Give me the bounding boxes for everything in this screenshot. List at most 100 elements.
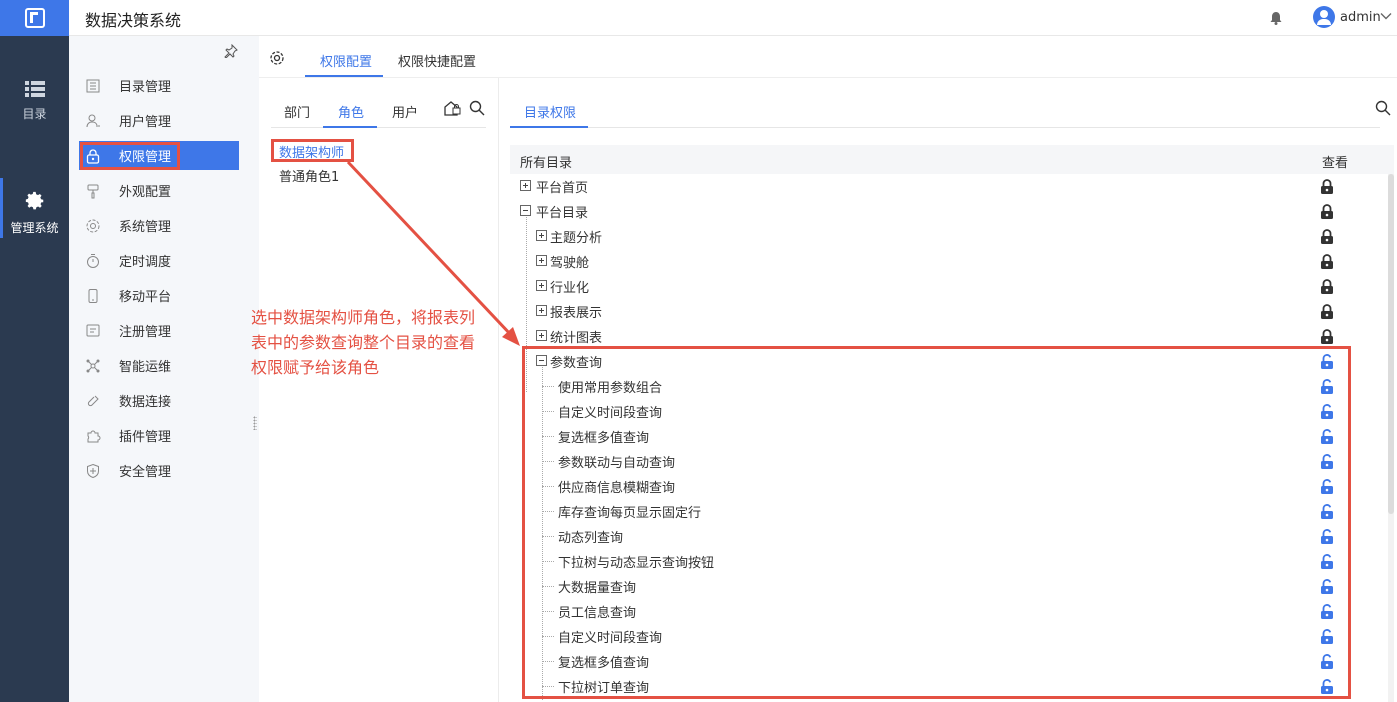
plugin-icon (87, 430, 101, 442)
splitter-handle[interactable] (253, 416, 257, 430)
tree-row[interactable]: 主题分析 (510, 224, 1380, 249)
tab-underline (305, 75, 383, 77)
app-logo[interactable] (0, 0, 69, 36)
menu-item-security[interactable]: 安全管理 (79, 456, 239, 485)
tree-node-label[interactable]: 报表展示 (550, 302, 602, 321)
tab-catalog-permission[interactable]: 目录权限 (524, 102, 576, 121)
lock-icon[interactable] (1320, 304, 1334, 320)
tab-underline (510, 126, 588, 128)
lock-icon[interactable] (1320, 204, 1334, 220)
tab-permission-quick-config[interactable]: 权限快捷配置 (398, 51, 476, 70)
nav-item-management[interactable]: 管理系统 (0, 178, 69, 238)
highlight-box-subtree (522, 346, 1351, 699)
menu-item-data-connection[interactable]: 数据连接 (79, 386, 239, 415)
app-title: 数据决策系统 (85, 11, 182, 30)
chevron-down-icon[interactable] (1379, 9, 1393, 23)
nav-label: 管理系统 (10, 221, 59, 235)
menu-item-label: 安全管理 (119, 465, 172, 480)
tree-row[interactable]: 平台首页 (510, 174, 1380, 199)
register-icon (86, 324, 100, 336)
tree-node-label[interactable]: 平台目录 (536, 202, 588, 221)
menu-item-users[interactable]: 用户管理 (79, 106, 239, 135)
annotation-text: 选中数据架构师角色，将报表列表中的参数查询整个目录的查看权限赋予给该角色 (251, 308, 476, 377)
nav-item-catalog[interactable]: 目录 (0, 80, 69, 122)
avatar[interactable] (1313, 6, 1335, 28)
column-header-catalog: 所有目录 (520, 156, 573, 171)
expand-icon[interactable] (536, 280, 547, 291)
menu-item-label: 目录管理 (119, 80, 172, 95)
lock-icon[interactable] (1320, 179, 1334, 195)
building-lock-icon[interactable] (443, 100, 461, 116)
divider (271, 127, 486, 128)
highlight-box-role (271, 139, 354, 162)
menu-item-label: 系统管理 (119, 220, 172, 235)
top-bar: 数据决策系统 admin (0, 0, 1397, 36)
lock-icon[interactable] (1320, 279, 1334, 295)
role-item-normal[interactable]: 普通角色1 (279, 166, 339, 185)
bell-icon[interactable] (1268, 10, 1284, 26)
lock-icon[interactable] (1320, 229, 1334, 245)
username[interactable]: admin (1340, 10, 1381, 25)
menu-item-system[interactable]: 系统管理 (79, 211, 239, 240)
left-nav: 目录 管理系统 (0, 36, 69, 702)
tab-departments[interactable]: 部门 (284, 102, 310, 121)
menu-item-ops[interactable]: 智能运维 (79, 351, 239, 380)
expand-icon[interactable] (520, 180, 531, 191)
logo-icon (24, 8, 45, 28)
gear-icon (25, 191, 43, 210)
top-tabs: 权限配置 权限快捷配置 (259, 36, 1397, 78)
nav-label: 目录 (22, 107, 47, 121)
tree-row[interactable]: 行业化 (510, 274, 1380, 299)
menu-item-schedule[interactable]: 定时调度 (79, 246, 239, 275)
tree-node-label[interactable]: 统计图表 (550, 327, 602, 346)
tab-users[interactable]: 用户 (392, 102, 418, 121)
ops-icon (86, 359, 100, 372)
menu-item-appearance[interactable]: 外观配置 (79, 176, 239, 205)
tree-node-label[interactable]: 行业化 (550, 277, 589, 296)
tree-node-label[interactable]: 主题分析 (550, 227, 602, 246)
menu-item-label: 插件管理 (119, 430, 172, 445)
tree-row[interactable]: 驾驶舱 (510, 249, 1380, 274)
brush-icon (87, 184, 99, 198)
mobile-icon (88, 288, 98, 303)
menu-item-label: 定时调度 (119, 255, 172, 270)
menu-item-register[interactable]: 注册管理 (79, 316, 239, 345)
settings-icon (86, 219, 100, 232)
timer-icon (87, 253, 99, 268)
tree-header: 所有目录 查看 (510, 145, 1394, 174)
divider (510, 127, 1380, 128)
search-icon[interactable] (1375, 100, 1391, 116)
tree-node-label[interactable]: 驾驶舱 (550, 252, 589, 271)
catalog-icon (86, 79, 100, 92)
menu-item-plugins[interactable]: 插件管理 (79, 421, 239, 450)
menu-item-label: 注册管理 (119, 325, 172, 340)
search-icon[interactable] (469, 100, 485, 116)
lock-icon[interactable] (1320, 254, 1334, 270)
expand-icon[interactable] (536, 255, 547, 266)
menu-item-mobile[interactable]: 移动平台 (79, 281, 239, 310)
tab-underline (323, 126, 377, 128)
tab-roles[interactable]: 角色 (338, 102, 364, 121)
expand-icon[interactable] (536, 305, 547, 316)
column-header-view: 查看 (1322, 156, 1349, 171)
lock-icon[interactable] (1320, 329, 1334, 345)
side-menu: 目录管理 用户管理 权限管理 外观配置 系统管理 定时调度 移动平台 注册管理 … (69, 36, 259, 702)
shield-icon (87, 463, 99, 478)
pin-icon[interactable] (224, 44, 238, 58)
collapse-icon[interactable] (520, 205, 531, 216)
gear-icon[interactable] (269, 50, 285, 66)
expand-icon[interactable] (536, 230, 547, 241)
tree-node-label[interactable]: 平台首页 (536, 177, 588, 196)
tab-permission-config[interactable]: 权限配置 (320, 51, 372, 70)
list-icon (24, 81, 45, 97)
link-icon (87, 395, 99, 406)
scrollbar-thumb[interactable] (1388, 174, 1394, 514)
menu-item-label: 外观配置 (119, 185, 172, 200)
tree-row[interactable]: 平台目录 (510, 199, 1380, 224)
menu-item-label: 移动平台 (119, 290, 172, 305)
menu-item-label: 用户管理 (119, 115, 172, 130)
expand-icon[interactable] (536, 330, 547, 341)
tree-row[interactable]: 报表展示 (510, 299, 1380, 324)
menu-item-label: 数据连接 (119, 395, 172, 410)
menu-item-catalog[interactable]: 目录管理 (79, 71, 239, 100)
